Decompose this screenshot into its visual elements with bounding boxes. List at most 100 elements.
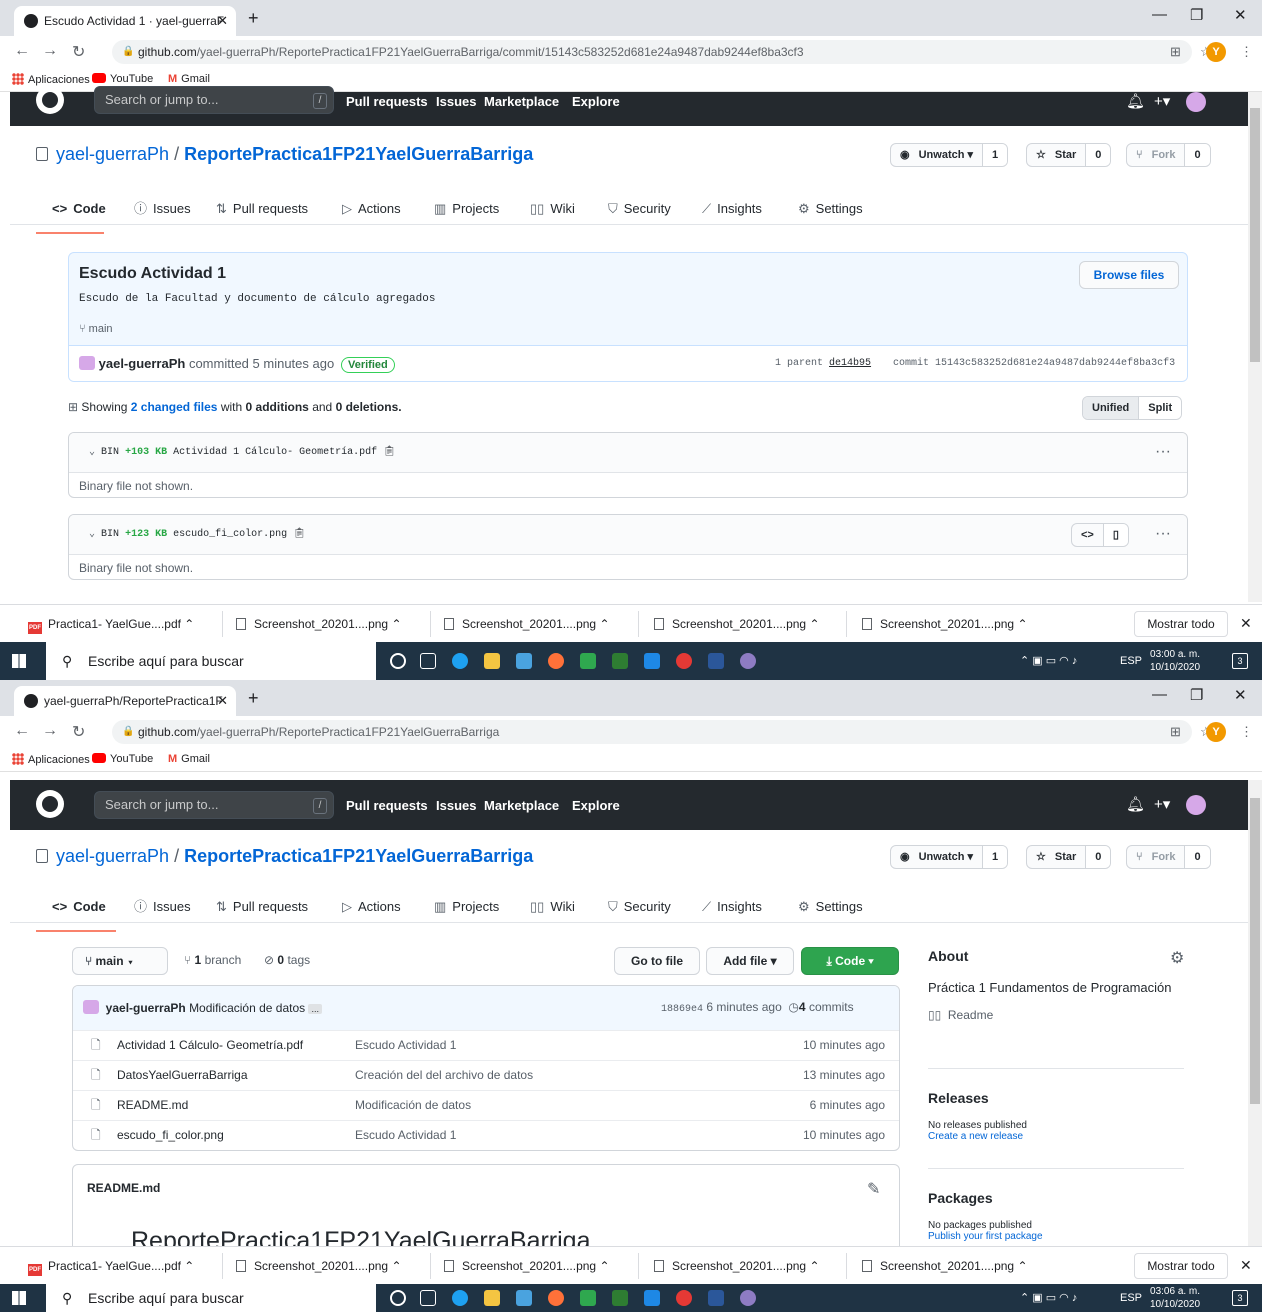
readme-link[interactable]: ▯▯ Readme bbox=[928, 1008, 1184, 1022]
edge-icon[interactable] bbox=[452, 1290, 468, 1306]
download-item[interactable]: Screenshot_20201....png ⌃ bbox=[654, 1259, 820, 1273]
github-logo-icon[interactable] bbox=[36, 790, 64, 818]
close-window-icon[interactable]: ✕ bbox=[1234, 686, 1247, 704]
code-view-icon[interactable]: <> bbox=[1072, 524, 1103, 546]
file-explorer-icon[interactable] bbox=[484, 1290, 500, 1306]
close-downloads-icon[interactable]: ✕ bbox=[1240, 1257, 1252, 1274]
cortana-icon[interactable] bbox=[390, 653, 406, 669]
file-name-link[interactable]: README.md bbox=[117, 1091, 188, 1120]
changed-files-link[interactable]: 2 changed files bbox=[131, 400, 218, 414]
minimize-icon[interactable]: — bbox=[1152, 686, 1167, 703]
browse-files-button[interactable]: Browse files bbox=[1079, 261, 1179, 289]
expand-message-button[interactable]: ... bbox=[308, 1004, 322, 1014]
parent-sha-link[interactable]: de14b95 bbox=[829, 358, 871, 369]
language-indicator[interactable]: ESP bbox=[1120, 642, 1142, 680]
verified-badge[interactable]: Verified bbox=[341, 357, 395, 373]
menu-kebab-icon[interactable]: ⋮ bbox=[1240, 44, 1253, 60]
new-tab-icon[interactable]: + bbox=[248, 688, 259, 709]
pencil-icon[interactable]: ✎ bbox=[867, 1179, 880, 1199]
star-button[interactable]: ☆ Star 0 bbox=[1026, 143, 1112, 167]
unified-button[interactable]: Unified bbox=[1083, 397, 1139, 419]
file-name-link[interactable]: Actividad 1 Cálculo- Geometría.pdf bbox=[117, 1031, 303, 1060]
store-icon[interactable] bbox=[516, 1290, 532, 1306]
fork-count[interactable]: 0 bbox=[1184, 144, 1210, 166]
bookmark-apps[interactable]: Aplicaciones bbox=[12, 753, 90, 766]
code-clone-button[interactable]: ⤓ Code ▾ bbox=[801, 947, 899, 975]
fork-button[interactable]: ⑂ Fork 0 bbox=[1126, 845, 1211, 869]
back-icon[interactable]: ← bbox=[14, 42, 30, 60]
clock[interactable]: 03:06 a. m. 10/10/2020 bbox=[1150, 1285, 1200, 1311]
task-view-icon[interactable] bbox=[420, 653, 436, 669]
tab-settings[interactable]: ⚙ Settings bbox=[798, 194, 863, 234]
back-icon[interactable]: ← bbox=[14, 722, 30, 740]
releases-title[interactable]: Releases bbox=[928, 1090, 1184, 1106]
file-commit-message[interactable]: Creación del del archivo de datos bbox=[355, 1061, 533, 1090]
user-avatar[interactable] bbox=[1186, 795, 1206, 815]
translate-icon[interactable]: ⊞ bbox=[1170, 724, 1181, 740]
reload-icon[interactable]: ↻ bbox=[72, 722, 85, 742]
chevron-down-icon[interactable]: ⌄ bbox=[89, 447, 95, 458]
fork-count[interactable]: 0 bbox=[1184, 846, 1210, 868]
download-item[interactable]: Screenshot_20201....png ⌃ bbox=[654, 617, 820, 631]
sha-value[interactable]: 15143c583252d681e24a9487dab9244ef8ba3cf3 bbox=[935, 358, 1175, 369]
firefox-icon[interactable] bbox=[548, 653, 564, 669]
tab-issues[interactable]: ⓘ Issues bbox=[134, 194, 191, 234]
publish-package-link[interactable]: Publish your first package bbox=[928, 1231, 1184, 1242]
split-button[interactable]: Split bbox=[1138, 397, 1182, 419]
file-name-link[interactable]: escudo_fi_color.png bbox=[117, 1121, 224, 1150]
watch-count[interactable]: 1 bbox=[982, 846, 1008, 868]
commit-sha-link[interactable]: 18869e4 bbox=[661, 1004, 703, 1015]
download-item[interactable]: Screenshot_20201....png ⌃ bbox=[862, 1259, 1028, 1273]
file-commit-message[interactable]: Modificación de datos bbox=[355, 1091, 471, 1120]
restore-icon[interactable]: ❐ bbox=[1190, 6, 1203, 24]
notification-center-icon[interactable]: 3 bbox=[1232, 1290, 1248, 1306]
mail-icon[interactable] bbox=[644, 1290, 660, 1306]
taskbar-search-input[interactable]: ⚲ Escribe aquí para buscar bbox=[46, 1284, 376, 1312]
office-icon[interactable] bbox=[612, 1290, 628, 1306]
browser-tab[interactable]: Escudo Actividad 1 · yael-guerraF ✕ bbox=[14, 6, 236, 36]
system-tray-icons[interactable]: ⌃ ▣ ▭ ◠ ♪ bbox=[1020, 1284, 1077, 1312]
download-item[interactable]: PDF Practica1- YaelGue....pdf ⌃ bbox=[28, 1259, 194, 1276]
download-item[interactable]: Screenshot_20201....png ⌃ bbox=[862, 617, 1028, 631]
edge-icon[interactable] bbox=[452, 653, 468, 669]
nav-marketplace[interactable]: Marketplace bbox=[484, 94, 559, 109]
avatar[interactable] bbox=[79, 356, 95, 370]
download-item[interactable]: Screenshot_20201....png ⌃ bbox=[236, 617, 402, 631]
repo-name-link[interactable]: ReportePractica1FP21YaelGuerraBarriga bbox=[184, 144, 533, 164]
tab-actions[interactable]: ▷ Actions bbox=[342, 194, 401, 234]
more-options-icon[interactable]: ··· bbox=[1155, 443, 1171, 461]
chrome-icon[interactable] bbox=[676, 653, 692, 669]
firefox-icon[interactable] bbox=[548, 1290, 564, 1306]
tags-link[interactable]: ⊘ 0 tags bbox=[264, 953, 310, 967]
office-icon[interactable] bbox=[612, 653, 628, 669]
tab-wiki[interactable]: ▯▯ Wiki bbox=[530, 892, 575, 932]
download-item[interactable]: Screenshot_20201....png ⌃ bbox=[444, 1259, 610, 1273]
star-button[interactable]: ☆ Star 0 bbox=[1026, 845, 1112, 869]
chevron-down-icon[interactable]: ⌄ bbox=[89, 529, 95, 540]
menu-kebab-icon[interactable]: ⋮ bbox=[1240, 724, 1253, 740]
show-all-button[interactable]: Mostrar todo bbox=[1134, 1253, 1228, 1279]
tab-code[interactable]: <> Code bbox=[36, 194, 106, 234]
search-input[interactable]: Search or jump to... / bbox=[94, 86, 334, 114]
nav-pull-requests[interactable]: Pull requests bbox=[346, 798, 428, 813]
packages-title[interactable]: Packages bbox=[928, 1190, 1184, 1206]
star-count[interactable]: 0 bbox=[1085, 144, 1111, 166]
chrome-icon[interactable] bbox=[676, 1290, 692, 1306]
tab-issues[interactable]: ⓘ Issues bbox=[134, 892, 191, 932]
close-window-icon[interactable]: ✕ bbox=[1234, 6, 1247, 24]
tab-insights[interactable]: ⟋ Insights bbox=[702, 194, 762, 234]
forward-icon[interactable]: → bbox=[42, 42, 58, 60]
bookmark-youtube[interactable]: YouTube bbox=[92, 73, 153, 85]
file-row[interactable]: 🗋︎ escudo_fi_color.png Escudo Actividad 1 1… bbox=[73, 1120, 899, 1150]
bookmark-gmail[interactable]: M Gmail bbox=[168, 73, 210, 85]
tab-insights[interactable]: ⟋ Insights bbox=[702, 892, 762, 932]
file-view-icon[interactable]: ▯ bbox=[1102, 524, 1128, 546]
photos-icon[interactable] bbox=[580, 653, 596, 669]
user-avatar[interactable] bbox=[1186, 92, 1206, 112]
nav-explore[interactable]: Explore bbox=[572, 798, 620, 813]
bookmark-apps[interactable]: Aplicaciones bbox=[12, 73, 90, 86]
scrollbar-thumb[interactable] bbox=[1250, 108, 1260, 362]
gear-icon[interactable]: ⚙ bbox=[1170, 948, 1184, 968]
unwatch-button[interactable]: ◉ Unwatch ▾ 1 bbox=[890, 143, 1009, 167]
tab-projects[interactable]: ▥ Projects bbox=[434, 892, 499, 932]
